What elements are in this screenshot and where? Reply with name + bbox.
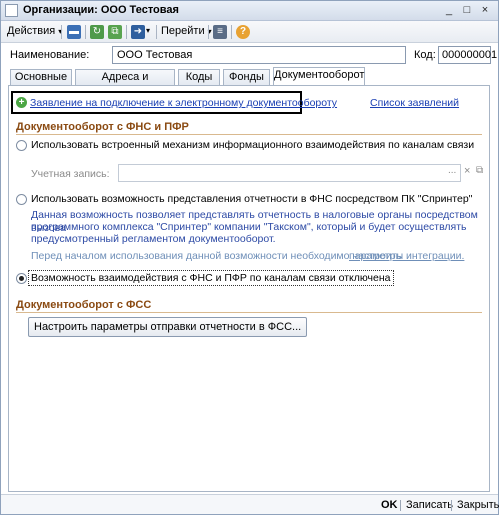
applications-list-link[interactable]: Список заявлений: [370, 97, 459, 109]
save-icon[interactable]: ▬: [67, 25, 81, 39]
code-label: Код:: [414, 49, 436, 61]
code-field[interactable]: 000000001: [438, 46, 497, 64]
bottom-divider: [451, 500, 452, 511]
section-divider: [16, 134, 482, 135]
builtin-mechanism-label: Использовать встроенный механизм информа…: [31, 139, 475, 151]
open-icon[interactable]: ⧉: [476, 165, 483, 176]
sprinter-note: Перед началом использования данной возмо…: [31, 250, 402, 262]
toolbar-divider: [208, 25, 209, 39]
minimize-button[interactable]: _: [441, 3, 457, 18]
account-label: Учетная запись:: [31, 168, 110, 180]
copy-icon[interactable]: ⧉: [108, 25, 122, 39]
toolbar-divider: [126, 25, 127, 39]
close-button[interactable]: Закрыть: [457, 499, 499, 511]
form-icon: [5, 4, 18, 17]
sprinter-radio[interactable]: [16, 194, 27, 205]
name-field[interactable]: ООО Тестовая: [112, 46, 406, 64]
actions-menu-label: Действия: [7, 25, 56, 37]
disabled-radio[interactable]: [16, 273, 27, 284]
toolbar-divider: [61, 25, 62, 39]
bottom-divider: [400, 500, 401, 511]
toolbar-divider: [231, 25, 232, 39]
disabled-label: Возможность взаимодействия с ФНС и ПФР п…: [28, 270, 394, 286]
name-label: Наименование:: [10, 49, 90, 61]
goto-menu[interactable]: Перейти ▾: [161, 25, 212, 37]
select-dots-icon[interactable]: ...: [448, 165, 456, 176]
help-icon[interactable]: ?: [236, 25, 250, 39]
chevron-down-icon[interactable]: ▾: [146, 26, 150, 35]
bottom-bar: OK Записать Закрыть: [1, 494, 499, 514]
sprinter-label: Использовать возможность представления о…: [31, 193, 473, 205]
sprinter-description-line-3: предусмотренный регламентом документообо…: [31, 233, 276, 245]
tab-main[interactable]: Основные: [10, 69, 72, 86]
tab-addresses-phones[interactable]: Адреса и телефоны: [75, 69, 175, 98]
organization-window: Организации: ООО Тестовая _ □ × Действия…: [0, 0, 499, 515]
integration-settings-link[interactable]: параметры интеграции.: [349, 250, 464, 262]
fns-section-title: Документооборот с ФНС и ПФР: [16, 121, 189, 133]
tab-funds[interactable]: Фонды: [223, 69, 270, 86]
refresh-icon[interactable]: ↻: [90, 25, 104, 39]
application-link[interactable]: Заявление на подключение к электронному …: [30, 97, 337, 109]
toolbar: Действия ▾ ▬ ↻ ⧉ ➜ ▾ Перейти ▾ ≡ ?: [1, 21, 498, 43]
fss-section-title: Документооборот с ФСС: [16, 299, 152, 311]
clear-icon[interactable]: ×: [464, 165, 470, 177]
maximize-button[interactable]: □: [459, 3, 475, 18]
fss-settings-button[interactable]: Настроить параметры отправки отчетности …: [28, 317, 308, 337]
ok-button[interactable]: OK: [381, 499, 398, 511]
list-icon[interactable]: ≡: [213, 25, 227, 39]
save-button[interactable]: Записать: [406, 499, 453, 511]
toolbar-divider: [156, 25, 157, 39]
enter-on-basis-icon[interactable]: ➜: [131, 25, 145, 39]
actions-menu[interactable]: Действия ▾: [7, 25, 62, 37]
title-bar: Организации: ООО Тестовая _ □ ×: [1, 1, 498, 21]
builtin-mechanism-radio[interactable]: [16, 140, 27, 151]
add-icon: +: [16, 97, 27, 108]
goto-menu-label: Перейти: [161, 25, 205, 37]
toolbar-divider: [85, 25, 86, 39]
window-title: Организации: ООО Тестовая: [23, 4, 179, 16]
account-field[interactable]: [118, 164, 461, 182]
section-divider: [16, 312, 482, 313]
tab-document-flow[interactable]: Документооборот: [273, 67, 365, 86]
close-window-button[interactable]: ×: [477, 3, 493, 18]
tab-codes[interactable]: Коды: [178, 69, 220, 86]
